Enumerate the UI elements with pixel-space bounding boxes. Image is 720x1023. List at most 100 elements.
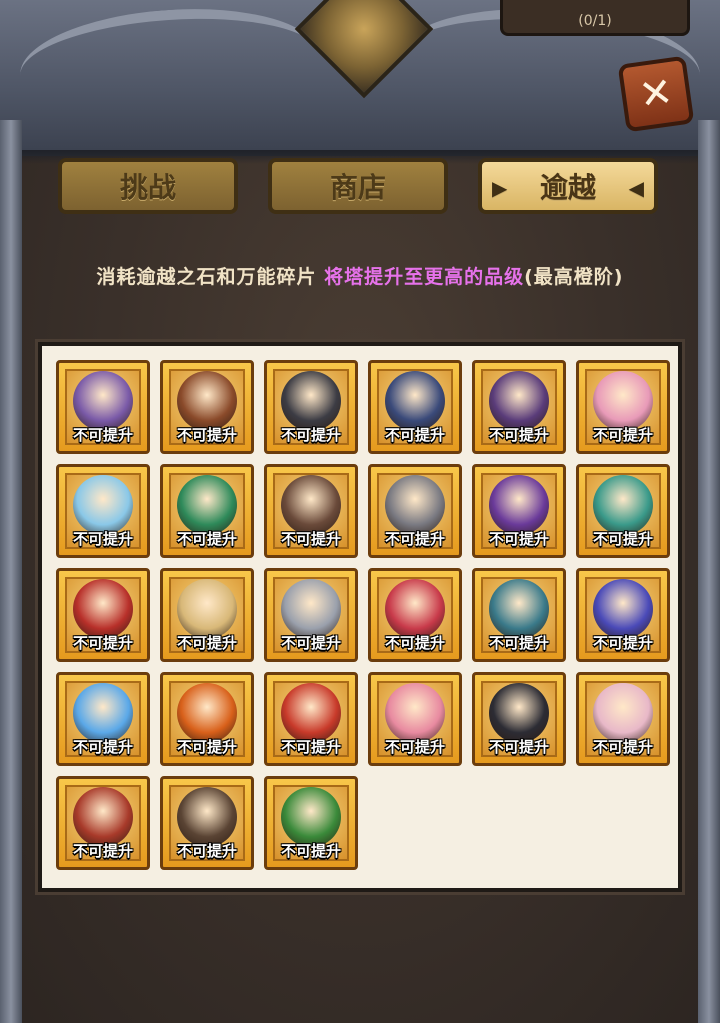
- elf-archer-hero-icon: [281, 475, 341, 535]
- hero-card[interactable]: 不可提升: [472, 568, 566, 662]
- tribal-chief-hero-icon: [593, 475, 653, 535]
- hero-card[interactable]: 不可提升: [56, 568, 150, 662]
- hero-status-label: 不可提升: [176, 426, 237, 444]
- hero-card[interactable]: 不可提升: [264, 360, 358, 454]
- hero-status-label: 不可提升: [384, 634, 445, 652]
- hero-status-label: 不可提升: [488, 738, 549, 756]
- hero-panel: 不可提升 不可提升 不可提升 不可提升 不可提升 不可提升 不可提升 不可提升 不可提升 不可提升…: [38, 342, 682, 892]
- spartan-hero-icon: [73, 579, 133, 639]
- hero-card[interactable]: 不可提升: [576, 464, 670, 558]
- description-part3: (最高橙阶): [524, 266, 624, 288]
- hero-status-label: 不可提升: [72, 634, 133, 652]
- hero-status-label: 不可提升: [592, 530, 653, 548]
- medusa-hero-icon: [177, 475, 237, 535]
- hero-status-label: 不可提升: [280, 426, 341, 444]
- description-part1: 消耗逾越之石和万能碎片: [96, 266, 325, 288]
- close-button[interactable]: ✕: [617, 55, 695, 133]
- hero-card[interactable]: 不可提升: [264, 672, 358, 766]
- hero-card[interactable]: 不可提升: [472, 672, 566, 766]
- gorilla-hero-icon: [177, 787, 237, 847]
- left-pillar: [0, 120, 22, 1023]
- pirate-hero-icon: [385, 683, 445, 743]
- hero-status-label: 不可提升: [384, 738, 445, 756]
- hero-card[interactable]: 不可提升: [160, 568, 254, 662]
- dark-wizard-hero-icon: [489, 475, 549, 535]
- top-banner-frame: (0/1) ✕: [0, 0, 720, 164]
- tab-challenge[interactable]: 挑战: [58, 158, 238, 214]
- hero-card[interactable]: 不可提升: [264, 776, 358, 870]
- sorcerer-hero-icon: [489, 579, 549, 639]
- hero-card[interactable]: 不可提升: [368, 360, 462, 454]
- hero-card[interactable]: 不可提升: [160, 360, 254, 454]
- barbarian-hero-icon: [281, 683, 341, 743]
- orb-spirit-hero-icon: [593, 579, 653, 639]
- left-wing-ornament: [16, 0, 324, 131]
- ninja-hero-icon: [489, 683, 549, 743]
- flower-fairy-hero-icon: [593, 371, 653, 431]
- hero-card[interactable]: 不可提升: [576, 672, 670, 766]
- samurai-hero-icon: [281, 371, 341, 431]
- tab-shop[interactable]: 商店: [268, 158, 448, 214]
- quest-progress-box: (0/1): [500, 0, 690, 36]
- hero-card[interactable]: 不可提升: [472, 360, 566, 454]
- hero-status-label: 不可提升: [72, 530, 133, 548]
- tab-transcend[interactable]: ▶ 逾越 ◀: [478, 158, 658, 214]
- witch-hero-icon: [489, 371, 549, 431]
- close-icon: ✕: [636, 68, 676, 120]
- hero-card[interactable]: 不可提升: [264, 464, 358, 558]
- hero-card[interactable]: 不可提升: [160, 672, 254, 766]
- hero-status-label: 不可提升: [384, 530, 445, 548]
- hero-status-label: 不可提升: [176, 530, 237, 548]
- fire-mage-hero-icon: [385, 579, 445, 639]
- queen-hero-icon: [177, 371, 237, 431]
- griffin-hero-icon: [385, 371, 445, 431]
- hero-status-label: 不可提升: [176, 634, 237, 652]
- hero-status-label: 不可提升: [592, 738, 653, 756]
- left-arrow-icon: ▶: [492, 176, 508, 200]
- cat-girl-hero-icon: [593, 683, 653, 743]
- hero-status-label: 不可提升: [72, 738, 133, 756]
- hero-status-label: 不可提升: [280, 738, 341, 756]
- hero-card[interactable]: 不可提升: [264, 568, 358, 662]
- hero-status-label: 不可提升: [280, 842, 341, 860]
- hero-grid: 不可提升 不可提升 不可提升 不可提升 不可提升 不可提升 不可提升 不可提升 不可提升 不可提升…: [56, 360, 670, 870]
- hero-status-label: 不可提升: [176, 842, 237, 860]
- flame-demon-hero-icon: [177, 683, 237, 743]
- hero-card[interactable]: 不可提升: [56, 672, 150, 766]
- ice-golem-hero-icon: [73, 683, 133, 743]
- hero-status-label: 不可提升: [176, 738, 237, 756]
- hero-card[interactable]: 不可提升: [576, 360, 670, 454]
- hero-status-label: 不可提升: [280, 634, 341, 652]
- hero-status-label: 不可提升: [72, 842, 133, 860]
- right-arrow-icon: ◀: [628, 176, 644, 200]
- hero-status-label: 不可提升: [384, 426, 445, 444]
- hero-card[interactable]: 不可提升: [368, 568, 462, 662]
- hero-card[interactable]: 不可提升: [368, 464, 462, 558]
- tab-challenge-label: 挑战: [119, 171, 176, 204]
- hero-card[interactable]: 不可提升: [56, 360, 150, 454]
- description-text: 消耗逾越之石和万能碎片 将塔提升至更高的品级(最高橙阶): [0, 262, 720, 289]
- dwarf-hero-icon: [73, 787, 133, 847]
- hero-status-label: 不可提升: [280, 530, 341, 548]
- hero-status-label: 不可提升: [488, 634, 549, 652]
- hero-card[interactable]: 不可提升: [56, 464, 150, 558]
- hero-card[interactable]: 不可提升: [56, 776, 150, 870]
- hero-card[interactable]: 不可提升: [472, 464, 566, 558]
- knight-hero-icon: [281, 579, 341, 639]
- tab-transcend-label: 逾越: [539, 171, 596, 204]
- hero-status-label: 不可提升: [488, 426, 549, 444]
- tab-shop-label: 商店: [329, 171, 386, 204]
- hero-status-label: 不可提升: [488, 530, 549, 548]
- valkyrie-hero-icon: [177, 579, 237, 639]
- hero-card[interactable]: 不可提升: [368, 672, 462, 766]
- hero-card[interactable]: 不可提升: [160, 464, 254, 558]
- hero-card[interactable]: 不可提升: [160, 776, 254, 870]
- hero-status-label: 不可提升: [592, 426, 653, 444]
- quest-counter: (0/1): [578, 13, 612, 29]
- hero-card[interactable]: 不可提升: [576, 568, 670, 662]
- right-pillar: [698, 120, 720, 1023]
- hero-status-label: 不可提升: [592, 634, 653, 652]
- description-highlight: 将塔提升至更高的品级: [324, 266, 525, 288]
- ranger-hero-icon: [281, 787, 341, 847]
- viking-hero-icon: [385, 475, 445, 535]
